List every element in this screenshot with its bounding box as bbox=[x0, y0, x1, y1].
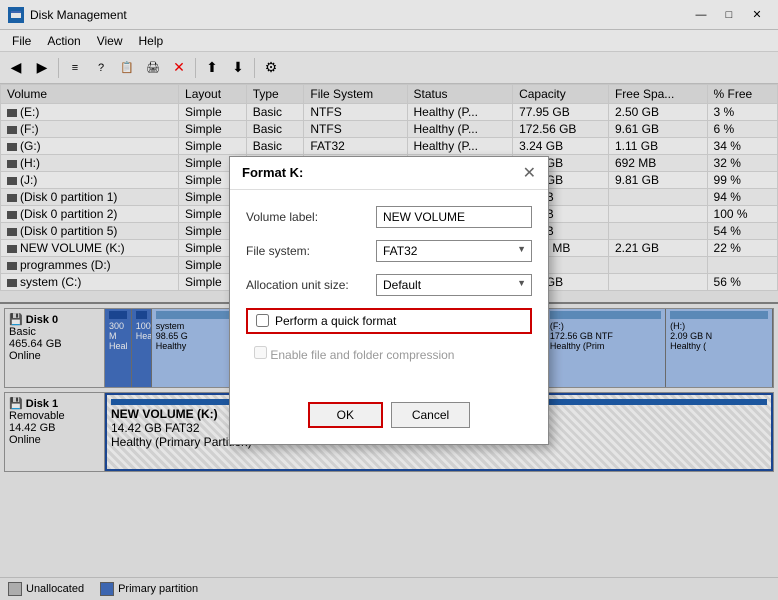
allocation-control: Default 512 1024 bbox=[376, 274, 532, 296]
dialog-body: Volume label: File system: FAT32 NTFS ex… bbox=[230, 190, 548, 394]
dialog-buttons: OK Cancel bbox=[230, 394, 548, 444]
allocation-select[interactable]: Default 512 1024 bbox=[376, 274, 532, 296]
dialog-title-bar: Format K: ✕ bbox=[230, 157, 548, 190]
dialog-title-text: Format K: bbox=[242, 165, 303, 180]
volume-label-label: Volume label: bbox=[246, 210, 376, 224]
quick-format-checkbox[interactable] bbox=[256, 314, 269, 327]
compression-checkbox bbox=[254, 346, 267, 359]
file-system-select[interactable]: FAT32 NTFS exFAT bbox=[376, 240, 532, 262]
file-system-control: FAT32 NTFS exFAT bbox=[376, 240, 532, 262]
dialog-close-button[interactable]: ✕ bbox=[523, 163, 536, 183]
volume-label-row: Volume label: bbox=[246, 206, 532, 228]
format-dialog-overlay: Format K: ✕ Volume label: File system: F… bbox=[0, 0, 778, 600]
cancel-button[interactable]: Cancel bbox=[391, 402, 470, 428]
file-system-label: File system: bbox=[246, 244, 376, 258]
compression-label-text: Enable file and folder compression bbox=[270, 348, 454, 362]
quick-format-row: Perform a quick format bbox=[246, 308, 532, 334]
ok-button[interactable]: OK bbox=[308, 402, 383, 428]
compression-row: Enable file and folder compression bbox=[246, 342, 532, 366]
allocation-label: Allocation unit size: bbox=[246, 278, 376, 292]
quick-format-label-text[interactable]: Perform a quick format bbox=[275, 314, 396, 328]
format-dialog: Format K: ✕ Volume label: File system: F… bbox=[229, 156, 549, 445]
volume-label-input[interactable] bbox=[376, 206, 532, 228]
volume-label-control bbox=[376, 206, 532, 228]
allocation-row: Allocation unit size: Default 512 1024 bbox=[246, 274, 532, 296]
file-system-row: File system: FAT32 NTFS exFAT bbox=[246, 240, 532, 262]
